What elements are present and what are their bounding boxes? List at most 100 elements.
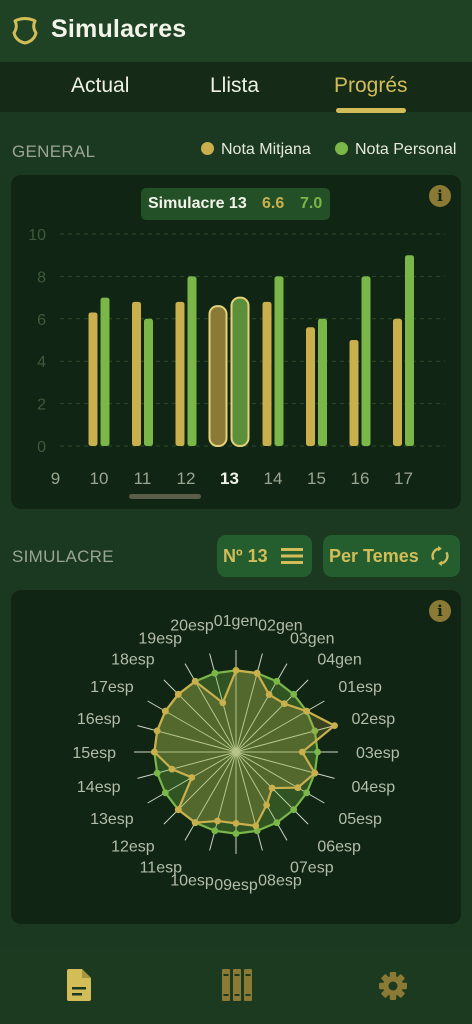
bar-mitjana-16	[349, 340, 359, 446]
radar-point-personal	[273, 819, 281, 827]
radar-axis-label: 02esp	[352, 711, 396, 728]
radar-axis-label: 01esp	[338, 679, 382, 696]
radar-point-mitjana	[232, 667, 240, 674]
bar-mitjana-12	[175, 301, 185, 446]
chart-scroll-indicator	[129, 494, 201, 499]
per-temes-label: Per Temes	[329, 546, 419, 566]
x-tick-label: 10	[90, 469, 109, 488]
radar-axis-label: 01gen	[214, 613, 259, 630]
radar-axis-label: 04esp	[352, 779, 396, 796]
simulacre-section-label: SIMULACRE	[12, 547, 114, 566]
bar-personal-16	[361, 276, 371, 446]
radar-point-personal	[153, 769, 161, 777]
radar-point-mitjana	[303, 707, 311, 715]
y-tick-label: 2	[37, 397, 46, 414]
radar-point-mitjana	[252, 822, 260, 830]
radar-axis-label: 04gen	[317, 652, 362, 669]
tooltip-title: Simulacre 13	[148, 195, 247, 212]
radar-point-personal	[273, 677, 281, 685]
radar-point-personal	[161, 789, 169, 797]
radar-axis-label: 12esp	[111, 838, 155, 855]
radar-axis-label: 08esp	[258, 873, 302, 890]
tooltip-mitjana-value: 6.6	[262, 195, 285, 212]
radar-point-mitjana	[232, 820, 240, 827]
radar-point-personal	[211, 669, 219, 677]
radar-point-mitjana	[174, 690, 182, 698]
radar-point-mitjana	[311, 769, 319, 777]
radar-point-mitjana	[280, 700, 288, 708]
radar-point-personal	[211, 827, 219, 835]
y-tick-label: 0	[37, 439, 46, 456]
radar-axis-label: 16esp	[77, 711, 121, 728]
simulacre-number-label: Nº 13	[223, 546, 268, 566]
x-tick-label: 12	[177, 469, 196, 488]
radar-axis-label: 03esp	[356, 745, 400, 762]
bar-personal-14	[274, 276, 284, 446]
radar-point-personal	[232, 830, 240, 837]
radar-axis-label: 15esp	[72, 745, 116, 762]
x-tick-label: 17	[394, 469, 413, 488]
bar-personal-15	[318, 318, 327, 446]
simulacre-number-button[interactable]: Nº 13	[217, 535, 312, 577]
topic-radar-chart[interactable]: 01gen 02gen03gen04gen01esp02esp03esp04esp…	[0, 590, 472, 924]
radar-axis-label: 09esp	[214, 877, 258, 894]
bar-mitjana-14	[262, 301, 272, 446]
radar-axis-label: 05esp	[338, 811, 382, 828]
books-icon[interactable]	[222, 969, 252, 1001]
radar-point-mitjana	[161, 707, 169, 715]
gear-icon[interactable]	[378, 971, 408, 1001]
radar-point-personal	[290, 690, 298, 698]
radar-point-mitjana	[153, 727, 161, 735]
radar-point-mitjana	[188, 774, 196, 781]
radar-axis-label: 20esp	[170, 617, 214, 634]
y-tick-label: 6	[37, 312, 46, 329]
radar-point-mitjana	[253, 669, 261, 677]
radar-point-mitjana	[168, 765, 176, 773]
bottom-navigation	[0, 950, 472, 1024]
y-tick-label: 4	[37, 354, 46, 371]
radar-point-mitjana	[294, 784, 302, 792]
radar-point-mitjana	[151, 748, 158, 756]
x-tick-label: 14	[264, 469, 283, 488]
chart-tooltip: Simulacre 13 6.6 7.0	[141, 188, 330, 220]
bar-personal-12	[187, 276, 197, 446]
bar-mitjana-10	[88, 312, 98, 446]
radar-point-mitjana	[219, 699, 227, 707]
radar-axis-label: 03gen	[290, 631, 335, 648]
bar-mitjana-13	[208, 305, 228, 447]
y-tick-label: 10	[28, 227, 46, 244]
tooltip-personal-value: 7.0	[300, 195, 323, 212]
radar-axis-label: 17esp	[90, 679, 134, 696]
radar-axis-label: 11esp	[140, 859, 183, 876]
radar-point-mitjana	[191, 819, 199, 827]
bar-personal-17	[405, 255, 414, 446]
menu-icon	[281, 548, 303, 564]
progress-bar-chart[interactable]: 10 8 6 4 2 09 10 11 12 13 14 15 16 17	[0, 0, 472, 510]
refresh-icon	[431, 545, 449, 567]
radar-point-mitjana	[174, 806, 182, 814]
per-temes-button[interactable]: Per Temes	[323, 535, 460, 577]
document-icon[interactable]	[67, 969, 91, 1001]
radar-axis-label: 18esp	[111, 652, 155, 669]
bar-mitjana-11	[132, 301, 141, 446]
radar-axis-label: 13esp	[90, 811, 134, 828]
radar-point-personal	[303, 789, 311, 797]
bar-personal-11	[144, 318, 153, 446]
x-tick-label: 16	[351, 469, 370, 488]
radar-point-mitjana	[191, 677, 199, 685]
radar-point-mitjana	[263, 801, 270, 809]
radar-point-personal	[314, 748, 321, 756]
y-tick-label: 8	[37, 269, 46, 286]
radar-axis-label: 14esp	[77, 779, 121, 796]
bar-mitjana-15	[306, 327, 315, 446]
radar-point-mitjana	[268, 784, 276, 792]
radar-point-mitjana	[331, 722, 338, 730]
x-tick-label: 15	[307, 469, 326, 488]
radar-point-mitjana	[265, 691, 273, 698]
bar-mitjana-17	[393, 318, 402, 446]
x-tick-label: 13	[220, 469, 239, 488]
bar-personal-10	[100, 297, 110, 446]
radar-axis-label: 06esp	[317, 838, 361, 855]
radar-point-personal	[290, 806, 298, 814]
x-tick-label: 9	[51, 469, 60, 488]
